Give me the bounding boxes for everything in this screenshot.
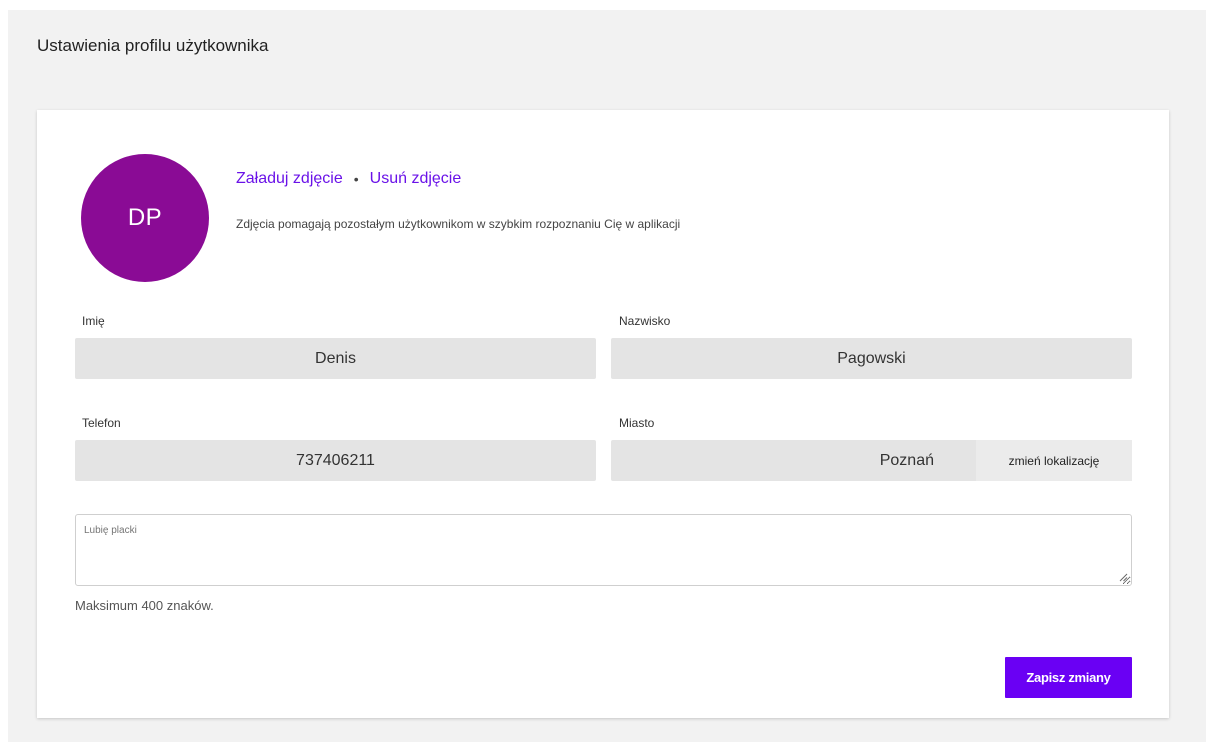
page-title: Ustawienia profilu użytkownika bbox=[37, 36, 269, 55]
first-name-input[interactable] bbox=[75, 338, 596, 379]
phone-input[interactable] bbox=[75, 440, 596, 481]
change-location-button[interactable]: zmień lokalizację bbox=[976, 440, 1132, 481]
first-name-field-box bbox=[75, 338, 596, 379]
phone-field-box bbox=[75, 440, 596, 481]
last-name-input[interactable] bbox=[611, 338, 1132, 379]
city-input[interactable]: Poznań bbox=[611, 440, 976, 481]
last-name-label: Nazwisko bbox=[619, 314, 671, 328]
bio-hint: Maksimum 400 znaków. bbox=[75, 598, 214, 613]
first-name-label: Imię bbox=[82, 314, 105, 328]
avatar-initials: DP bbox=[127, 204, 163, 231]
bio-field-box bbox=[75, 514, 1132, 586]
city-field-box: Poznań zmień lokalizację bbox=[611, 440, 1132, 481]
photo-actions: Załaduj zdjęcie • Usuń zdjęcie bbox=[236, 170, 461, 188]
upload-photo-link[interactable]: Załaduj zdjęcie bbox=[236, 170, 343, 188]
city-label: Miasto bbox=[619, 416, 655, 430]
last-name-field-box bbox=[611, 338, 1132, 379]
resize-handle-icon[interactable] bbox=[1119, 573, 1128, 582]
profile-card: DP Załaduj zdjęcie • Usuń zdjęcie Zdjęci… bbox=[37, 110, 1169, 718]
settings-page: Ustawienia profilu użytkownika DP Załadu… bbox=[8, 10, 1206, 742]
separator-dot: • bbox=[353, 171, 359, 187]
avatar: DP bbox=[81, 154, 209, 282]
save-changes-button[interactable]: Zapisz zmiany bbox=[1005, 657, 1132, 698]
remove-photo-link[interactable]: Usuń zdjęcie bbox=[370, 170, 462, 188]
bio-textarea[interactable] bbox=[76, 515, 1131, 585]
photo-hint: Zdjęcia pomagają pozostałym użytkownikom… bbox=[236, 217, 681, 231]
phone-label: Telefon bbox=[82, 416, 121, 430]
